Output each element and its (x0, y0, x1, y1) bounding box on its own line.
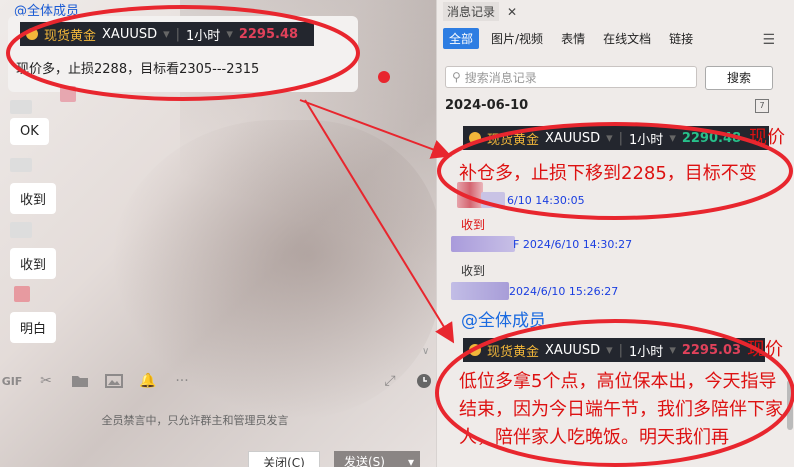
ticker-name: 现货黄金 (44, 28, 97, 44)
chat-bubble: 明白 (10, 312, 57, 343)
search-input[interactable]: ⚲ 搜索消息记录 (445, 66, 697, 88)
history-panel: 消息记录 ✕ 全部 图片/视频 表情 在线文档 链接 ☰ ⚲ 搜索消息记录 搜索… (436, 0, 794, 467)
filter-emoji[interactable]: 表情 (555, 28, 591, 49)
tab-message-history[interactable]: 消息记录 ✕ (443, 2, 517, 21)
blurred-name (451, 236, 515, 252)
clock-icon[interactable] (414, 371, 434, 391)
ticker-interval: 1小时 (629, 344, 664, 360)
chat-bubble: 收到 (10, 248, 57, 279)
ticker-interval: 1小时 (186, 28, 221, 44)
collapse-icon[interactable]: ∨ (422, 346, 429, 357)
ticker-price: 2295.03 (681, 342, 742, 358)
message-time: 2024/6/10 15:26:27 (509, 285, 619, 298)
search-button[interactable]: 搜索 (705, 66, 773, 90)
date-header: 2024-06-10 (445, 98, 529, 113)
ticker-price: 2290.48 (681, 130, 742, 146)
ticker-symbol: XAUUSD (545, 130, 601, 146)
dropdown-icon: ▾ (669, 130, 676, 146)
filter-all[interactable]: 全部 (443, 28, 480, 49)
message-text: 低位多拿5个点，高位保本出，今天指导结束，因为今日端午节，我们多陪伴下家人，陪伴… (459, 371, 783, 448)
tab-title: 消息记录 (443, 2, 500, 21)
search-icon: ⚲ (452, 70, 461, 84)
blurred-name (451, 282, 509, 300)
quote-message-text: 现价多，止损2288，目标看2305---2315 (16, 62, 260, 77)
image-icon[interactable] (104, 371, 124, 391)
filter-media[interactable]: 图片/视频 (485, 28, 549, 49)
filter-tabs: 全部 图片/视频 表情 在线文档 链接 (443, 28, 699, 49)
message-tail: 现价 (747, 339, 783, 360)
blurred-name (481, 192, 505, 208)
more-icon[interactable]: ··· (172, 371, 192, 391)
chevron-down-icon[interactable]: ▾ (408, 451, 414, 467)
send-label: 发送(S) (344, 455, 385, 467)
chat-bubble: 收到 (10, 183, 57, 214)
price-ticker: 现货黄金 XAUUSD ▾ | 1小时 ▾ 2290.48 (463, 126, 769, 150)
mention-all[interactable]: @全体成员 (461, 306, 546, 331)
message-text: 补仓多，止损下移到2285，目标不变 (459, 163, 757, 184)
dropdown-icon: ▾ (606, 130, 613, 146)
dropdown-icon: ▾ (163, 26, 170, 42)
blurred-avatar (457, 182, 483, 208)
gold-coin-icon (26, 28, 38, 40)
price-ticker: 现货黄金 XAUUSD ▾ | 1小时 ▾ 2295.03 (463, 338, 765, 362)
close-icon[interactable]: ✕ (507, 5, 517, 19)
blurred-name (10, 158, 32, 172)
chat-area: @全体成员 现货黄金 XAUUSD ▾ | 1小时 ▾ 2295.48 现价多，… (0, 0, 436, 467)
message-time: F 2024/6/10 14:30:27 (513, 238, 633, 251)
blurred-name (10, 222, 32, 238)
expand-icon[interactable]: ⤢ (380, 371, 400, 391)
ticker-interval: 1小时 (629, 132, 664, 148)
mute-notice: 全员禁言中，只允许群主和管理员发言 (101, 414, 289, 427)
dropdown-icon: ▾ (226, 26, 233, 42)
ticker-name: 现货黄金 (487, 344, 540, 360)
ticker-symbol: XAUUSD (545, 342, 601, 358)
price-ticker: 现货黄金 XAUUSD ▾ | 1小时 ▾ 2295.48 (20, 22, 314, 46)
ticker-name: 现货黄金 (487, 132, 540, 148)
dropdown-icon: ▾ (669, 342, 676, 358)
message-tail: 现价 (749, 127, 785, 148)
dropdown-icon: ▾ (606, 342, 613, 358)
send-button[interactable]: 发送(S) ▾ (334, 451, 420, 467)
gold-coin-icon (469, 344, 481, 356)
ticker-symbol: XAUUSD (102, 26, 158, 42)
quote-message-card: 现货黄金 XAUUSD ▾ | 1小时 ▾ 2295.48 现价多，止损2288… (8, 16, 358, 92)
blurred-avatar (14, 286, 30, 302)
scissors-icon[interactable]: ✂ (36, 371, 56, 391)
filter-links[interactable]: 链接 (663, 28, 699, 49)
filter-icon[interactable]: ☰ (762, 32, 775, 48)
reply-text: 收到 (461, 218, 486, 232)
scrollbar[interactable] (787, 380, 793, 430)
chat-bubble: OK (10, 118, 49, 145)
message-time: 6/10 14:30:05 (507, 194, 585, 207)
ticker-price: 2295.48 (238, 26, 299, 42)
gold-coin-icon (469, 132, 481, 144)
search-placeholder: 搜索消息记录 (464, 70, 537, 85)
filter-docs[interactable]: 在线文档 (597, 28, 657, 49)
gif-icon[interactable]: GIF (2, 371, 23, 391)
close-button[interactable]: 关闭(C) (248, 451, 320, 467)
reply-text: 收到 (461, 264, 486, 278)
bell-icon[interactable]: 🔔 (138, 371, 158, 391)
blurred-name (10, 100, 32, 114)
input-toolbar: GIF ✂ 🔔 ··· ⤢ (0, 362, 436, 400)
calendar-icon[interactable]: 7 (755, 99, 769, 113)
blurred-avatar (60, 86, 76, 102)
folder-icon[interactable] (70, 371, 90, 391)
